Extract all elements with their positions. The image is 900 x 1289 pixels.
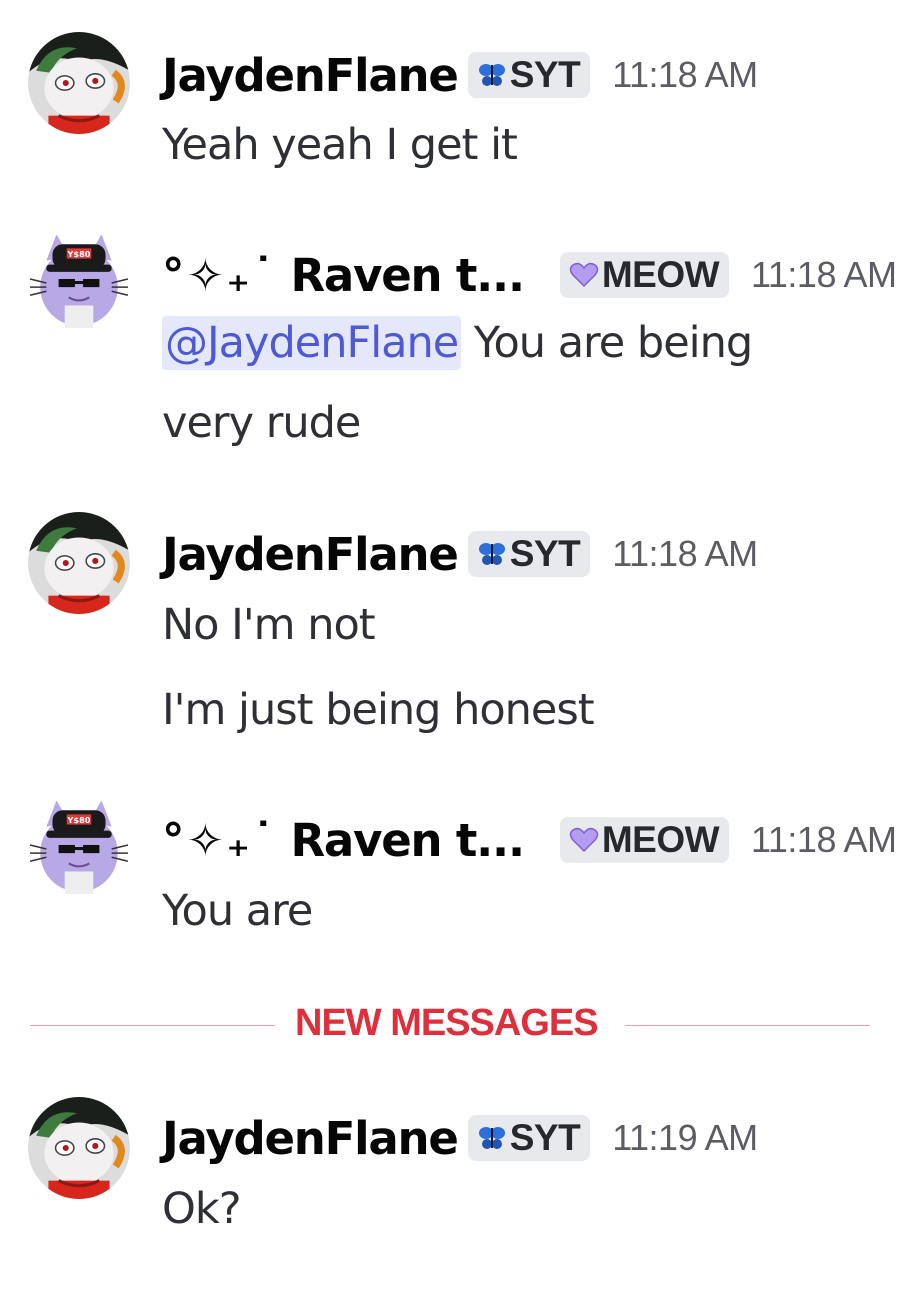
server-tag[interactable]: SYT xyxy=(467,52,591,98)
server-tag[interactable]: MEOW xyxy=(559,817,730,863)
user-mention[interactable]: @JaydenFlane xyxy=(162,316,462,370)
message-header: °✧₊˙ Raven t... MEOW 11:18 AM xyxy=(162,245,897,305)
username[interactable]: JaydenFlane xyxy=(162,1112,459,1165)
server-tag-label: MEOW xyxy=(601,819,720,860)
username-decoration: °✧₊˙ xyxy=(162,813,277,867)
purple-heart-icon xyxy=(569,262,599,288)
avatar[interactable] xyxy=(28,512,130,614)
avatar[interactable] xyxy=(28,32,130,134)
username-decoration: °✧₊˙ xyxy=(162,248,277,302)
username[interactable]: JaydenFlane xyxy=(162,528,459,581)
message-text: I'm just being honest xyxy=(162,685,595,735)
message-text: No I'm not xyxy=(162,600,376,650)
message-header: JaydenFlane SYT 11:19 AM xyxy=(162,1108,758,1168)
butterfly-icon xyxy=(478,543,505,565)
jayden-avatar-image xyxy=(28,32,130,134)
raven-avatar-image: Y$80 xyxy=(28,230,130,332)
chat-message-list: JaydenFlane SYT 11:18 AM Yeah yeah I get… xyxy=(0,0,900,1289)
timestamp[interactable]: 11:18 AM xyxy=(612,533,758,575)
avatar[interactable]: Y$80 xyxy=(28,230,130,332)
svg-text:Y$80: Y$80 xyxy=(67,815,91,825)
username[interactable]: JaydenFlane xyxy=(162,49,459,102)
message-text: very rude xyxy=(162,398,361,448)
purple-heart-icon xyxy=(569,827,599,853)
message-text-segment: You are being xyxy=(473,318,753,368)
svg-text:Y$80: Y$80 xyxy=(67,249,91,259)
jayden-avatar-image xyxy=(28,512,130,614)
message-text: Ok? xyxy=(162,1184,242,1234)
butterfly-icon xyxy=(478,64,505,86)
raven-avatar-image: Y$80 xyxy=(28,796,130,898)
timestamp[interactable]: 11:18 AM xyxy=(751,254,897,296)
jayden-avatar-image xyxy=(28,1097,130,1199)
server-tag-label: SYT xyxy=(509,1117,581,1158)
timestamp[interactable]: 11:18 AM xyxy=(612,54,758,96)
message-text: Yeah yeah I get it xyxy=(162,120,518,170)
message-header: °✧₊˙ Raven t... MEOW 11:18 AM xyxy=(162,810,897,870)
avatar[interactable]: Y$80 xyxy=(28,796,130,898)
server-tag-label: SYT xyxy=(509,533,581,574)
divider-line-right xyxy=(625,1025,870,1026)
avatar[interactable] xyxy=(28,1097,130,1199)
message-text: You are xyxy=(162,886,313,936)
divider-line-left xyxy=(30,1025,275,1026)
server-tag-label: MEOW xyxy=(601,254,720,295)
new-messages-divider: NEW MESSAGES xyxy=(30,1000,870,1050)
username[interactable]: Raven t... xyxy=(290,814,525,867)
server-tag[interactable]: MEOW xyxy=(559,252,730,298)
timestamp[interactable]: 11:18 AM xyxy=(751,819,897,861)
timestamp[interactable]: 11:19 AM xyxy=(612,1117,758,1159)
message-header: JaydenFlane SYT 11:18 AM xyxy=(162,524,758,584)
message-text: @JaydenFlane You are being xyxy=(162,316,753,370)
username[interactable]: Raven t... xyxy=(290,249,525,302)
new-messages-label: NEW MESSAGES xyxy=(295,1002,599,1044)
server-tag[interactable]: SYT xyxy=(467,531,591,577)
server-tag[interactable]: SYT xyxy=(467,1115,591,1161)
server-tag-label: SYT xyxy=(509,54,581,95)
message-header: JaydenFlane SYT 11:18 AM xyxy=(162,45,758,105)
butterfly-icon xyxy=(478,1127,505,1149)
